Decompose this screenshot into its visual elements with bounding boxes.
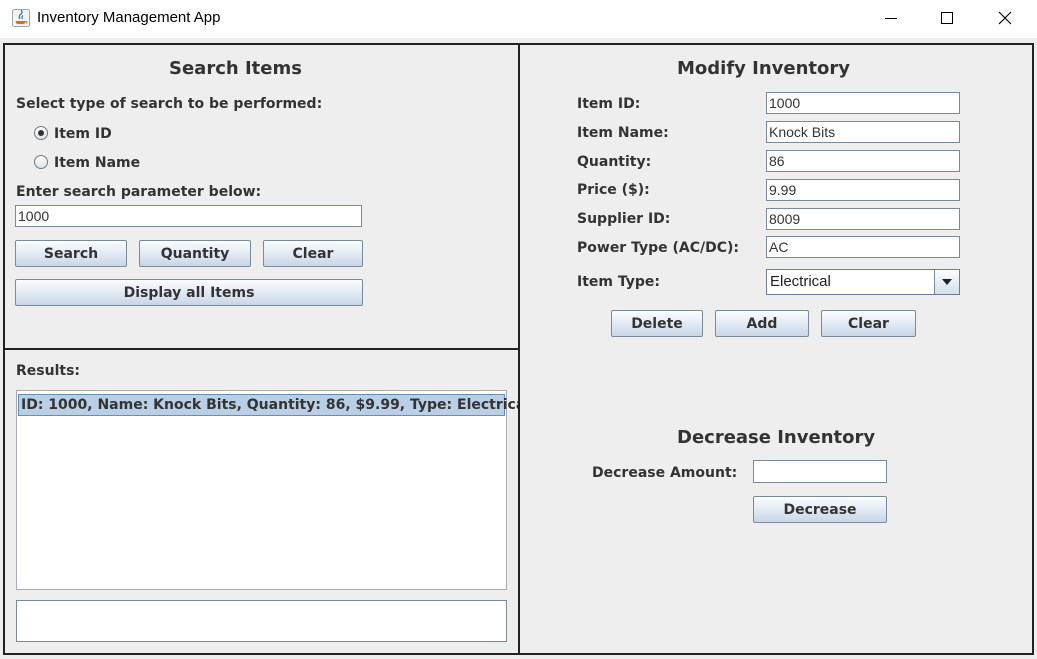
supplier-id-label: Supplier ID: [577,211,671,227]
close-button[interactable] [976,0,1034,36]
modify-heading: Modify Inventory [677,58,851,79]
item-type-selected-value: Electrical [770,273,831,290]
modify-panel: Modify Inventory Item ID: 1000 Item Name… [518,43,1034,655]
radio-item-name[interactable] [34,155,48,169]
results-label: Results: [16,363,80,379]
decrease-amount-field[interactable] [753,460,887,483]
results-panel: Results: ID: 1000, Name: Knock Bits, Qua… [3,348,561,655]
item-type-label: Item Type: [577,274,660,290]
radio-item-name-label[interactable]: Item Name [54,155,140,171]
add-button[interactable]: Add [715,310,809,337]
item-name-label: Item Name: [577,125,669,141]
title-bar: Inventory Management App [0,0,1037,38]
search-panel: Search Items Select type of search to be… [3,43,520,350]
maximize-icon [941,12,953,24]
supplier-id-field[interactable]: 8009 [766,208,960,230]
minimize-button[interactable] [862,0,920,36]
item-type-dropdown[interactable]: Electrical [766,269,960,295]
quantity-button[interactable]: Quantity [139,240,251,267]
search-clear-button[interactable]: Clear [263,240,363,267]
item-id-label: Item ID: [577,96,641,112]
quantity-field[interactable]: 86 [766,150,960,172]
search-param-input[interactable]: 1000 [15,205,362,227]
app-window: Inventory Management App Search Items Se… [0,0,1037,659]
decrease-amount-label: Decrease Amount: [592,465,738,481]
power-type-label: Power Type (AC/DC): [577,240,740,256]
window-title: Inventory Management App [37,9,221,26]
results-list[interactable]: ID: 1000, Name: Knock Bits, Quantity: 86… [16,390,561,590]
search-button[interactable]: Search [15,240,127,267]
search-type-prompt: Select type of search to be performed: [16,96,323,112]
price-label: Price ($): [577,182,650,198]
search-param-prompt: Enter search parameter below: [16,184,262,200]
list-item[interactable]: ID: 1000, Name: Knock Bits, Quantity: 86… [18,394,561,416]
minimize-icon [885,18,897,19]
dropdown-arrow-button[interactable] [934,270,959,294]
modify-clear-button[interactable]: Clear [821,310,916,337]
price-field[interactable]: 9.99 [766,179,960,201]
delete-button[interactable]: Delete [611,310,703,337]
maximize-button[interactable] [918,0,976,36]
display-all-button[interactable]: Display all Items [15,279,363,306]
search-heading: Search Items [169,58,302,79]
close-icon [998,11,1012,25]
status-text-area[interactable] [16,600,507,642]
java-app-icon [12,9,30,27]
decrease-heading: Decrease Inventory [677,427,876,448]
power-type-field[interactable]: AC [766,236,960,258]
radio-item-id[interactable] [34,126,48,140]
radio-item-id-label[interactable]: Item ID [54,126,112,142]
item-name-field[interactable]: Knock Bits [766,121,960,143]
decrease-button[interactable]: Decrease [753,496,887,523]
chevron-down-icon [942,279,952,285]
item-id-field[interactable]: 1000 [766,92,960,114]
quantity-label: Quantity: [577,154,652,170]
